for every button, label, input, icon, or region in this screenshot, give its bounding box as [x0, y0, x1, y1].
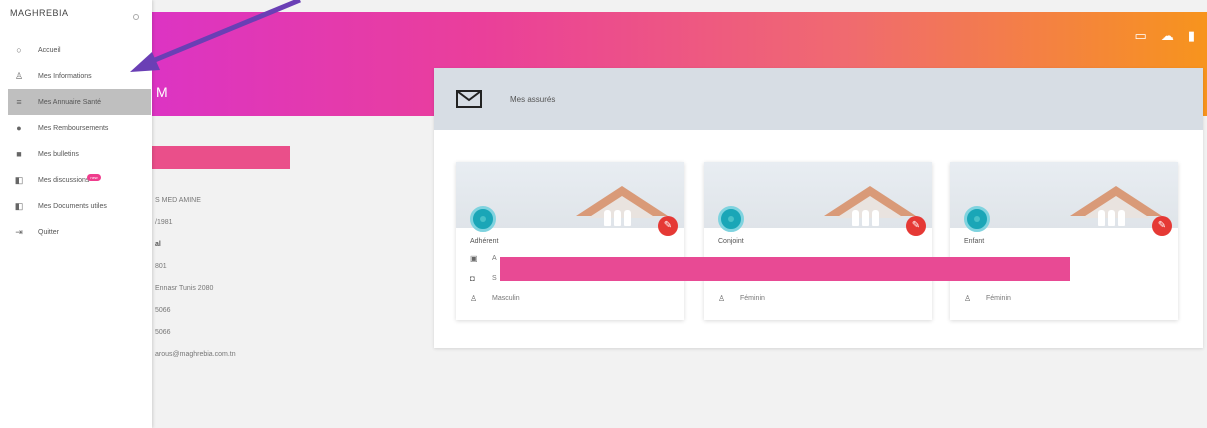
- annotation-arrow: [130, 0, 301, 72]
